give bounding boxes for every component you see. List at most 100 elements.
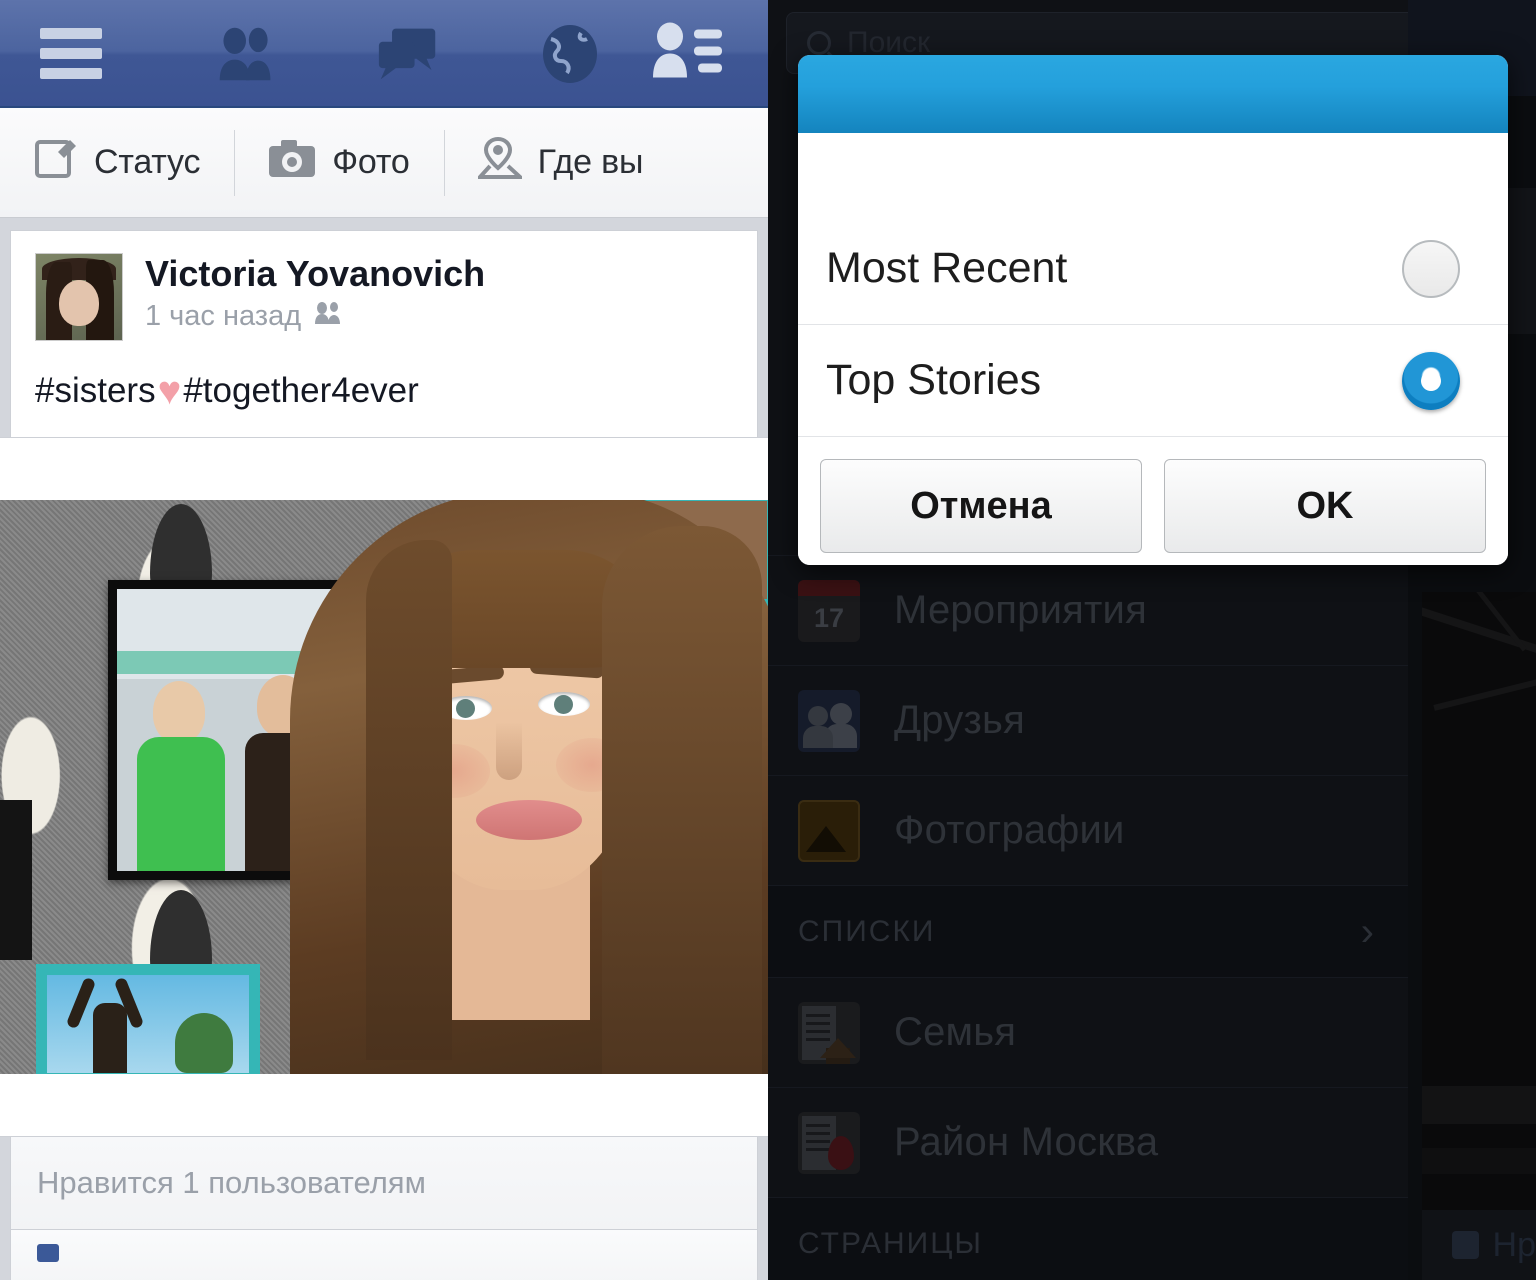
facebook-top-navbar <box>0 0 768 108</box>
facebook-feed-panel: Статус Фото Где вы Victoria Yovanovich 1… <box>0 0 768 1280</box>
dimmed-screen-panel: Поиск Поблизости 17 Мероприятия <box>768 0 1536 1280</box>
dialog-option-label: Most Recent <box>826 244 1068 292</box>
map-pin <box>828 1135 854 1170</box>
news-feed: Victoria Yovanovich 1 час назад #sisters… <box>0 218 768 1280</box>
photo-framed-picture-bottom <box>36 964 260 1074</box>
framed-girl-green-shirt <box>137 737 225 871</box>
post-composer-bar: Статус Фото Где вы <box>0 108 768 218</box>
photo-mountain <box>806 825 846 852</box>
house-roof <box>820 1037 856 1058</box>
post-hashtag-one[interactable]: #sisters <box>35 371 156 411</box>
framed-girl-left <box>133 677 229 871</box>
subject-pupil <box>554 695 573 714</box>
photo-ground <box>1422 1086 1536 1124</box>
photos-icon <box>798 799 860 862</box>
hamburger-icon[interactable] <box>40 27 102 79</box>
dialog-header-spacer <box>798 133 1508 213</box>
post-text: #sisters ♥ #together4ever <box>11 341 757 437</box>
topbar-icon-group <box>215 0 601 108</box>
thumbs-up-icon[interactable] <box>37 1244 59 1262</box>
sidebar-section-lists[interactable]: СПИСКИ › <box>768 886 1408 978</box>
globe-notifications-icon[interactable] <box>539 23 601 85</box>
doc-line <box>806 1029 830 1033</box>
post-author-block: Victoria Yovanovich 1 час назад <box>145 253 485 341</box>
doc-line <box>806 1131 830 1135</box>
feed-peek-like-button[interactable]: Нр <box>1422 1210 1536 1280</box>
radio-button-most-recent[interactable] <box>1402 239 1460 298</box>
location-pin-icon <box>475 136 525 189</box>
messages-icon[interactable] <box>377 23 439 85</box>
calendar-icon: 17 <box>798 579 860 642</box>
post-action-bar[interactable] <box>10 1230 758 1280</box>
location-doc-icon <box>798 1111 860 1174</box>
photo-frame-edge <box>0 800 32 960</box>
sidebar-item-label: Друзья <box>894 698 1025 742</box>
hamburger-bar <box>40 27 102 39</box>
chevron-right-icon[interactable]: › <box>1361 912 1374 952</box>
composer-photo-button[interactable]: Фото <box>234 128 443 198</box>
subject-pupil <box>456 699 475 718</box>
screen-root: Статус Фото Где вы Victoria Yovanovich 1… <box>0 0 1536 1280</box>
post-header: Victoria Yovanovich 1 час назад <box>11 231 757 341</box>
status-pencil-icon <box>34 136 78 189</box>
doc-line <box>806 1021 830 1025</box>
composer-status-button[interactable]: Статус <box>0 128 234 198</box>
doc-line <box>806 1147 830 1151</box>
sidebar-item-district-moscow[interactable]: Район Москва <box>768 1088 1408 1198</box>
friend-head <box>808 705 828 726</box>
cancel-button[interactable]: Отмена <box>820 459 1142 553</box>
dialog-header-bar <box>798 55 1508 133</box>
feed-peek-photo <box>1422 592 1536 1214</box>
photo-top-padding <box>0 438 768 500</box>
subject-lips <box>476 800 582 840</box>
post-hashtag-two[interactable]: #together4ever <box>183 371 418 411</box>
doc-line <box>806 1013 830 1017</box>
calendar-date: 17 <box>813 603 845 633</box>
dialog-option-top-stories[interactable]: Top Stories <box>798 325 1508 437</box>
heart-icon: ♥ <box>157 369 182 413</box>
tree-branch <box>1467 592 1527 652</box>
feed-peek-like-label: Нр <box>1492 1225 1536 1264</box>
composer-status-label: Статус <box>94 143 201 181</box>
post-meta: 1 час назад <box>145 300 485 333</box>
radio-button-top-stories[interactable] <box>1402 351 1460 410</box>
framed-tree <box>175 1013 233 1073</box>
sidebar-item-label: Мероприятия <box>894 588 1147 632</box>
doc-line <box>806 1123 830 1127</box>
avatar-face <box>59 280 99 326</box>
avatar[interactable] <box>35 253 123 341</box>
friend-head <box>830 702 852 725</box>
friends-icon[interactable] <box>215 23 277 85</box>
sidebar-item-family[interactable]: Семья <box>768 978 1408 1088</box>
sidebar-section-pages[interactable]: СТРАНИЦЫ <box>768 1198 1408 1280</box>
ok-button[interactable]: OK <box>1164 459 1486 553</box>
thumbs-up-icon <box>1452 1231 1479 1259</box>
tree-branch <box>1433 671 1536 711</box>
sidebar-item-label: Фотографии <box>894 808 1125 852</box>
post-photo[interactable] <box>0 500 768 1074</box>
doc-line <box>806 1139 830 1143</box>
post-photo-container <box>0 437 768 1137</box>
subject-hair-front-left <box>366 540 452 1060</box>
subject-hair-front-right <box>602 526 762 1074</box>
friends-icon <box>798 689 860 752</box>
friends-privacy-icon[interactable] <box>313 300 343 333</box>
dialog-option-most-recent[interactable]: Most Recent <box>798 213 1508 325</box>
calendar-top <box>798 579 860 596</box>
post-like-count: Нравится 1 пользователям <box>10 1137 758 1230</box>
composer-location-button[interactable]: Где вы <box>443 128 678 198</box>
sidebar-item-friends[interactable]: Друзья <box>768 666 1408 776</box>
family-doc-icon <box>798 1001 860 1064</box>
sidebar-item-photos[interactable]: Фотографии <box>768 776 1408 886</box>
camera-icon <box>268 138 316 187</box>
feed-sort-dialog: Most Recent Top Stories Отмена OK <box>798 55 1508 565</box>
dialog-button-row: Отмена OK <box>798 437 1508 565</box>
hamburger-bar <box>40 47 102 59</box>
post-author-name[interactable]: Victoria Yovanovich <box>145 253 485 295</box>
friend-requests-icon[interactable] <box>648 22 724 85</box>
subject-nose <box>496 722 522 780</box>
composer-photo-label: Фото <box>332 143 410 181</box>
sidebar-item-events[interactable]: 17 Мероприятия <box>768 556 1408 666</box>
photo-bottom-padding <box>0 1074 768 1136</box>
framed-figure <box>93 1003 127 1073</box>
